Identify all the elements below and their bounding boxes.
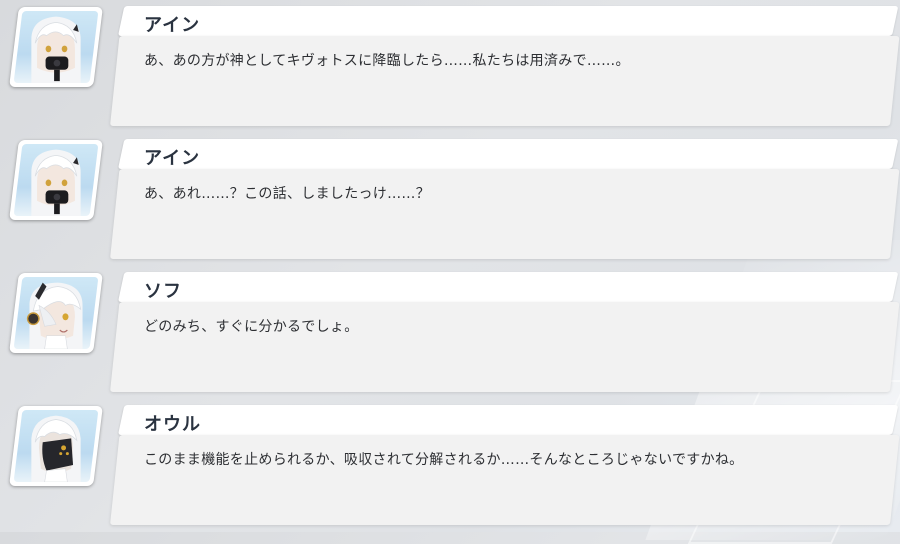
speaker-name: オウル xyxy=(144,414,201,435)
dialogue-text: このまま機能を止められるか、吸収されて分解されるか……そんなところじゃないですか… xyxy=(144,452,744,468)
dialogue-text: どのみち、すぐに分かるでしょ。 xyxy=(144,319,359,335)
character-face-icon xyxy=(26,282,83,349)
ain-portrait xyxy=(9,7,103,87)
log-entry: アイン あ、あの方が神としてキヴォトスに降臨したら……私たちは用済みで……。 xyxy=(0,2,900,130)
log-entry: ソフ どのみち、すぐに分かるでしょ。 xyxy=(0,268,900,396)
log-entry: オウル このまま機能を止められるか、吸収されて分解されるか……そんなところじゃな… xyxy=(0,401,900,529)
dialogue-text: あ、あの方が神としてキヴォトスに降臨したら……私たちは用済みで……。 xyxy=(144,53,630,69)
owl-portrait xyxy=(9,406,103,486)
speaker-name: ソフ xyxy=(144,281,182,302)
character-face-icon xyxy=(31,415,81,482)
dialogue-text: あ、あれ……？この話、しましたっけ……？ xyxy=(144,186,430,202)
sof-portrait xyxy=(9,273,103,353)
name-bar xyxy=(118,272,899,302)
speaker-name: アイン xyxy=(144,15,201,36)
character-face-icon xyxy=(31,149,81,216)
name-bar xyxy=(118,405,899,435)
speaker-name: アイン xyxy=(144,148,201,169)
ain-portrait xyxy=(9,140,103,220)
name-bar xyxy=(118,6,899,36)
name-bar xyxy=(118,139,899,169)
log-entry: アイン あ、あれ……？この話、しましたっけ……？ xyxy=(0,135,900,263)
character-face-icon xyxy=(31,16,81,83)
